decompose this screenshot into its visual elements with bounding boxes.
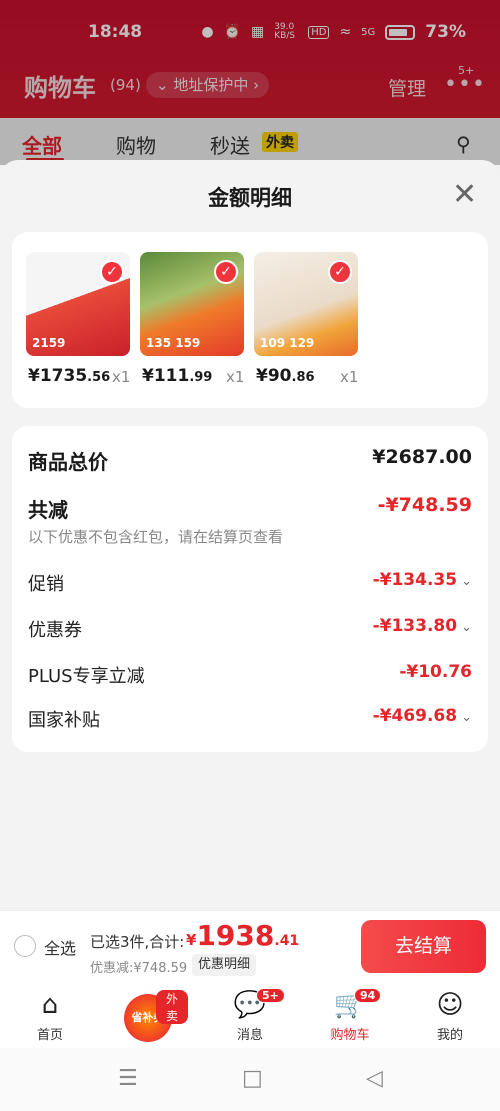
product-price: ¥111.99: [142, 366, 212, 386]
discount-detail-button[interactable]: 优惠明细: [192, 954, 257, 976]
selected-info: 已选3件,合计:: [90, 933, 185, 951]
back-icon[interactable]: ◁: [366, 1066, 383, 1091]
chevron-down-icon[interactable]: ⌄: [461, 574, 472, 589]
nav-me-label: 我的: [436, 1028, 463, 1043]
checkout-button[interactable]: 去结算: [361, 920, 486, 973]
profile-icon: ☺: [436, 990, 464, 1020]
total-price-label: 商品总价: [28, 450, 108, 474]
nav-promo[interactable]: 省补券 外卖: [108, 988, 188, 1042]
checked-icon[interactable]: ✓: [214, 260, 238, 284]
product-image-label: 2159: [32, 336, 66, 350]
reduce-note: 以下优惠不包含红包，请在结算页查看: [28, 528, 284, 546]
price-dec: .99: [189, 370, 213, 385]
price-dec: .86: [291, 370, 315, 385]
product-image[interactable]: ✓ 135 159: [140, 252, 244, 356]
product-item[interactable]: ✓ 2159 ¥1735.56 x1: [26, 252, 146, 386]
dim-overlay[interactable]: [0, 0, 500, 165]
nav-messages-label: 消息: [236, 1028, 263, 1043]
close-icon[interactable]: ✕: [452, 180, 477, 210]
product-qty: x1: [340, 368, 359, 386]
total-reduce-value: -¥748.59: [377, 494, 472, 516]
price-int: ¥90: [256, 366, 292, 386]
select-all-radio[interactable]: [14, 935, 36, 957]
product-qty: x1: [226, 368, 245, 386]
gov-subsidy-amount: -¥469.68: [372, 706, 458, 726]
nav-me[interactable]: ☺ 我的: [410, 988, 490, 1043]
promo-takeout-tag: 外卖: [156, 990, 188, 1024]
checked-icon[interactable]: ✓: [328, 260, 352, 284]
nav-messages[interactable]: 💬 5+ 消息: [210, 988, 290, 1043]
chevron-down-icon[interactable]: ⌄: [461, 620, 472, 635]
coupon-label: 优惠券: [28, 620, 82, 641]
gov-subsidy-value: -¥469.68 ⌄: [373, 706, 472, 726]
sheet-title: 金额明细: [208, 186, 292, 210]
checkout-bar: 全选 已选3件,合计: ¥1938.41 优惠减:¥748.59 优惠明细 去结…: [0, 910, 500, 982]
product-item[interactable]: ✓ 135 159 ¥111.99 x1: [140, 252, 260, 386]
promotion-amount: -¥134.35: [372, 570, 458, 590]
plus-discount-label: PLUS专享立减: [28, 666, 145, 687]
bottom-nav: ⌂ 首页 省补券 外卖 💬 5+ 消息 🛒 94 购物车 ☺ 我的: [0, 982, 500, 1048]
chevron-down-icon[interactable]: ⌄: [461, 710, 472, 725]
selected-products-card: ✓ 2159 ¥1735.56 x1 ✓ 135 159 ¥111.99 x1 …: [12, 232, 488, 408]
price-int: ¥1735: [28, 366, 88, 386]
nav-home[interactable]: ⌂ 首页: [10, 988, 90, 1043]
system-nav-bar: ☰ □ ◁: [0, 1048, 500, 1111]
nav-cart-label: 购物车: [330, 1028, 370, 1043]
price-int: ¥111: [142, 366, 190, 386]
currency-symbol: ¥: [186, 931, 197, 949]
product-item[interactable]: ✓ 109 129 ¥90.86 x1: [254, 252, 374, 386]
total-int: 1938: [196, 919, 275, 952]
select-all-label[interactable]: 全选: [44, 935, 76, 959]
product-image[interactable]: ✓ 109 129: [254, 252, 358, 356]
total-reduce-label: 共减: [28, 498, 68, 522]
discount-summary: 优惠减:¥748.59: [90, 961, 188, 976]
amount-detail-sheet: 金额明细 ✕ ✓ 2159 ¥1735.56 x1 ✓ 135 159 ¥111…: [0, 160, 500, 910]
product-qty: x1: [112, 368, 131, 386]
menu-icon[interactable]: ☰: [118, 1066, 138, 1091]
nav-cart[interactable]: 🛒 94 购物车: [310, 988, 390, 1043]
price-summary-card: 商品总价 ¥2687.00 共减 -¥748.59 以下优惠不包含红包，请在结算…: [12, 426, 488, 752]
product-price: ¥90.86: [256, 366, 315, 386]
product-price: ¥1735.56: [28, 366, 110, 386]
home-square-icon[interactable]: □: [242, 1066, 263, 1091]
product-image[interactable]: ✓ 2159: [26, 252, 130, 356]
product-image-label: 109 129: [260, 336, 315, 350]
promotion-label: 促销: [28, 574, 64, 595]
total-price-value: ¥2687.00: [372, 446, 472, 468]
coupon-value: -¥133.80 ⌄: [373, 616, 472, 636]
cart-badge: 94: [354, 988, 382, 1003]
plus-discount-value: -¥10.76: [399, 662, 472, 682]
message-badge: 5+: [256, 988, 285, 1003]
promotion-value: -¥134.35 ⌄: [373, 570, 472, 590]
home-icon: ⌂: [41, 990, 59, 1020]
nav-home-label: 首页: [36, 1028, 63, 1043]
gov-subsidy-label: 国家补贴: [28, 710, 100, 731]
checkout-total: ¥1938.41: [186, 919, 299, 952]
product-image-label: 135 159: [146, 336, 201, 350]
price-dec: .56: [87, 370, 111, 385]
coupon-amount: -¥133.80: [372, 616, 458, 636]
total-dec: .41: [274, 933, 300, 949]
checked-icon[interactable]: ✓: [100, 260, 124, 284]
